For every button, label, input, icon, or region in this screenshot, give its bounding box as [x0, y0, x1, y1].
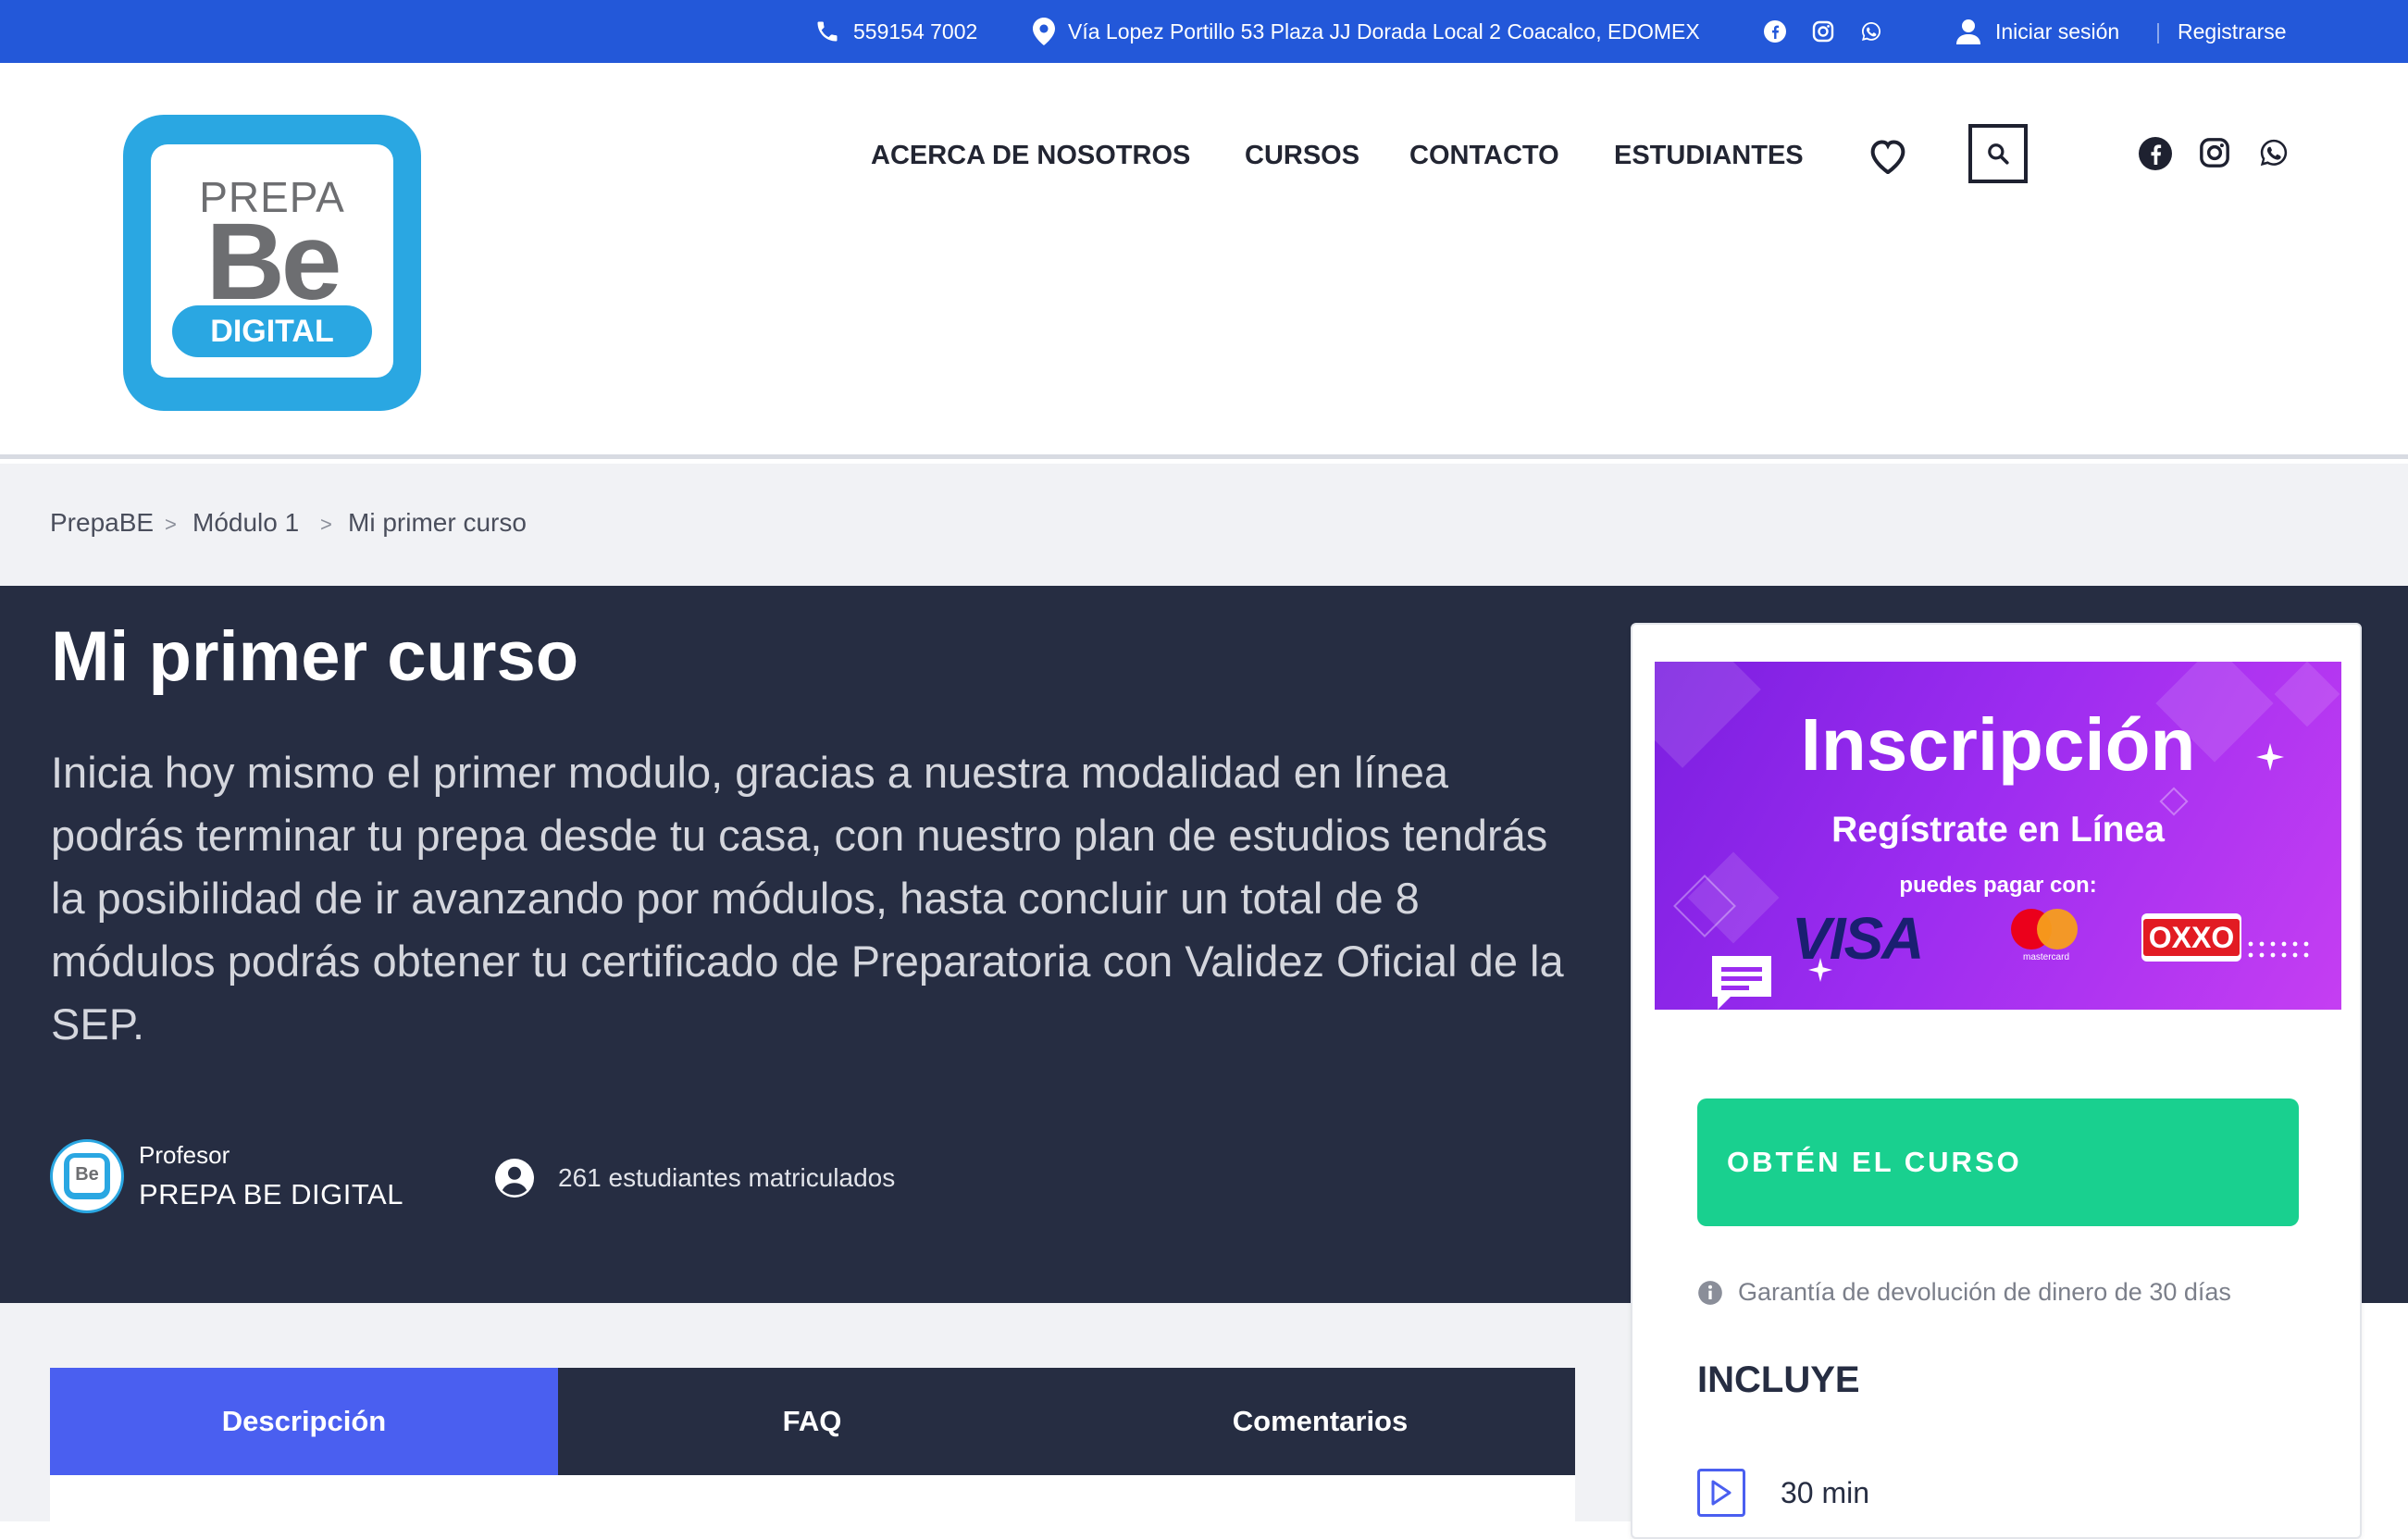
sparkle-icon — [1808, 958, 1832, 982]
nav-item-estudiantes[interactable]: ESTUDIANTES — [1614, 139, 1804, 172]
breadcrumb-item-current: Mi primer curso — [348, 508, 527, 537]
mastercard-yellow-circle — [2037, 909, 2078, 949]
includes-title: INCLUYE — [1697, 1359, 1860, 1400]
breadcrumb-separator: > — [320, 513, 332, 536]
phone-icon — [814, 19, 840, 44]
nav-item-acerca[interactable]: ACERCA DE NOSOTROS — [871, 139, 1190, 172]
logo-digital-badge: DIGITAL — [172, 305, 372, 357]
search-button[interactable] — [1968, 124, 2028, 183]
course-title: Mi primer curso — [51, 617, 579, 696]
instagram-icon[interactable] — [2199, 137, 2230, 168]
phone-number: 559154 7002 — [853, 19, 978, 43]
students-count: 261 estudiantes matriculados — [495, 1159, 896, 1198]
course-tabs: Descripción FAQ Comentarios — [50, 1368, 1575, 1475]
inscription-banner[interactable]: Inscripción Regístrate en Línea puedes p… — [1655, 662, 2341, 1010]
breadcrumb-item-modulo[interactable]: Módulo 1 — [192, 506, 299, 540]
site-header: PREPA Be DIGITAL ACERCA DE NOSOTROS CURS… — [0, 63, 2408, 459]
tab-descripcion[interactable]: Descripción — [50, 1368, 558, 1475]
search-icon — [1986, 142, 2010, 166]
top-bar: 559154 7002 Vía Lopez Portillo 53 Plaza … — [0, 0, 2408, 63]
user-icon — [1956, 19, 1980, 44]
breadcrumb-separator: > — [165, 513, 177, 536]
play-icon — [1697, 1469, 1745, 1517]
includes-item-label: 30 min — [1781, 1475, 1870, 1509]
chat-icon — [1712, 956, 1771, 1010]
facebook-icon[interactable] — [2139, 137, 2172, 170]
login-link[interactable]: Iniciar sesión — [1956, 15, 2119, 48]
facebook-icon[interactable] — [1764, 15, 1786, 48]
includes-item: 30 min — [1697, 1469, 1869, 1517]
instagram-icon[interactable] — [1812, 15, 1834, 48]
oxxo-logo: OXXO — [2141, 913, 2241, 962]
register-link[interactable]: Registrarse — [2178, 15, 2287, 48]
heart-icon[interactable] — [1868, 137, 1908, 174]
breadcrumb: PrepaBE > Módulo 1 > Mi primer curso — [0, 464, 2408, 586]
course-sidebar-card: Inscripción Regístrate en Línea puedes p… — [1631, 623, 2362, 1539]
students-text: 261 estudiantes matriculados — [558, 1163, 896, 1192]
avatar-logo-text: Be — [69, 1158, 105, 1193]
breadcrumb-item-home[interactable]: PrepaBE — [50, 506, 154, 540]
course-description: Inicia hoy mismo el primer modulo, graci… — [51, 748, 1564, 1049]
info-icon — [1697, 1280, 1723, 1306]
tab-content — [50, 1475, 1575, 1521]
banner-title: Inscripción — [1800, 703, 2196, 786]
dots-icon — [2247, 939, 2312, 960]
mastercard-text: mastercard — [2022, 952, 2069, 962]
banner-subtitle: Regístrate en Línea — [1831, 810, 2165, 850]
tab-faq[interactable]: FAQ — [558, 1368, 1066, 1475]
oxxo-text: OXXO — [2142, 919, 2240, 956]
address-link[interactable]: Vía Lopez Portillo 53 Plaza JJ Dorada Lo… — [1033, 15, 1700, 48]
nav-item-contacto[interactable]: CONTACTO — [1409, 139, 1559, 172]
phone-link[interactable]: 559154 7002 — [814, 15, 977, 48]
register-label: Registrarse — [2178, 19, 2287, 43]
banner-pay-text: puedes pagar con: — [1899, 873, 2097, 898]
divider: | — [2155, 19, 2161, 43]
site-logo[interactable]: PREPA Be DIGITAL — [123, 115, 421, 411]
user-circle-icon — [495, 1159, 534, 1198]
nav-item-cursos[interactable]: CURSOS — [1245, 139, 1359, 172]
location-pin-icon — [1033, 18, 1055, 45]
money-back-guarantee: Garantía de devolución de dinero de 30 d… — [1697, 1278, 2231, 1307]
logo-inner: PREPA Be DIGITAL — [151, 144, 393, 378]
logo-be-text: Be — [205, 201, 342, 323]
whatsapp-icon[interactable] — [1860, 15, 1882, 48]
tab-comentarios[interactable]: Comentarios — [1066, 1368, 1574, 1475]
teacher-label: Profesor — [139, 1141, 230, 1169]
avatar[interactable]: Be — [50, 1139, 124, 1213]
sparkle-icon — [2256, 743, 2284, 771]
address-text: Vía Lopez Portillo 53 Plaza JJ Dorada Lo… — [1068, 19, 1700, 43]
login-label: Iniciar sesión — [1995, 19, 2120, 43]
mastercard-logo: mastercard — [2011, 907, 2085, 966]
teacher-name[interactable]: PREPA BE DIGITAL — [139, 1178, 403, 1211]
avatar-logo: Be — [64, 1153, 110, 1199]
guarantee-text: Garantía de devolución de dinero de 30 d… — [1738, 1278, 2231, 1306]
whatsapp-icon[interactable] — [2258, 137, 2290, 168]
get-course-button[interactable]: OBTÉN EL CURSO — [1697, 1098, 2299, 1226]
